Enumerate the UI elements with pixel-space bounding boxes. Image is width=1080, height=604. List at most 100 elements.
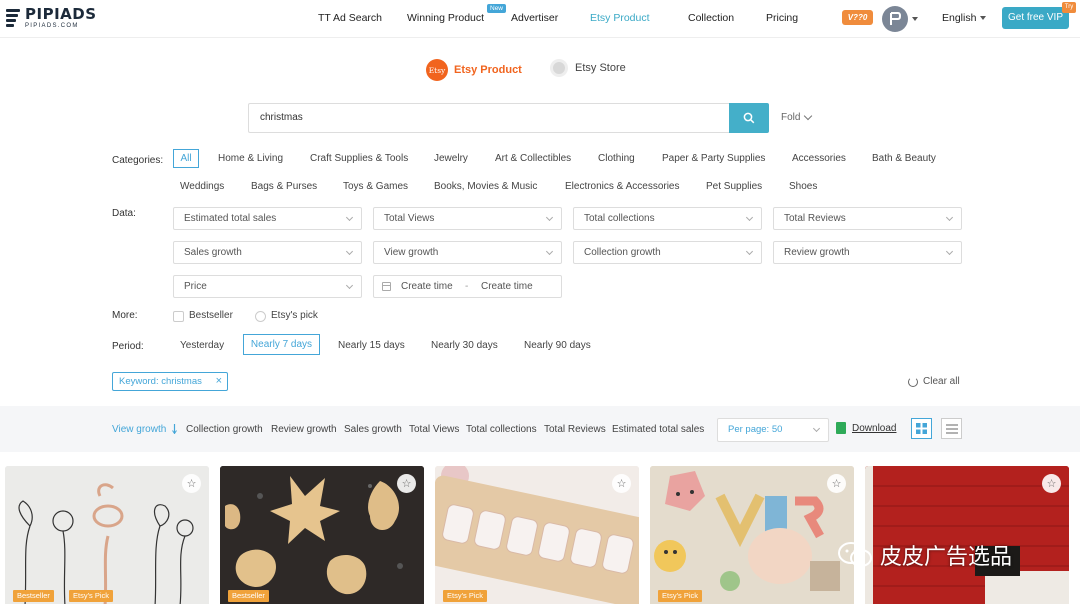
period-nearly-7-days[interactable]: Nearly 7 days	[243, 334, 320, 355]
pipiads-logo[interactable]: PIPIADS PIPIADS.COM	[6, 7, 97, 29]
product-image	[435, 466, 639, 604]
clear-all-label: Clear all	[923, 376, 960, 387]
category-books-movies-music[interactable]: Books, Movies & Music	[434, 181, 537, 192]
download-button[interactable]: Download	[836, 422, 896, 434]
category-bath-beauty[interactable]: Bath & Beauty	[872, 153, 936, 164]
sort-total-views[interactable]: Total Views	[409, 424, 459, 435]
product-card[interactable]: ☆ Etsy's Pick	[435, 466, 639, 604]
nav-tt-ad-search[interactable]: TT Ad Search	[318, 12, 382, 24]
product-card[interactable]: ☆ Bestseller Etsy's Pick	[5, 466, 209, 604]
product-card[interactable]: ☆ Etsy's Pick	[650, 466, 854, 604]
select-total-views[interactable]: Total Views	[373, 207, 562, 230]
product-image	[650, 466, 854, 604]
select-collection-growth[interactable]: Collection growth	[573, 241, 762, 264]
sort-collection-growth[interactable]: Collection growth	[186, 424, 263, 435]
category-electronics[interactable]: Electronics & Accessories	[565, 181, 680, 192]
select-sales-growth[interactable]: Sales growth	[173, 241, 362, 264]
list-view-button[interactable]	[941, 418, 962, 439]
select-total-reviews[interactable]: Total Reviews	[773, 207, 962, 230]
bestseller-checkbox[interactable]	[173, 311, 184, 322]
search-button[interactable]	[729, 103, 769, 133]
sort-total-collections[interactable]: Total collections	[466, 424, 537, 435]
calendar-icon	[382, 282, 391, 291]
grid-icon	[916, 423, 927, 434]
favorite-star-icon[interactable]: ☆	[397, 474, 416, 493]
etsys-pick-checkbox[interactable]	[255, 311, 266, 322]
create-time-end[interactable]: Create time	[481, 281, 533, 292]
nav-etsy-product[interactable]: Etsy Product	[590, 12, 650, 24]
category-bags-purses[interactable]: Bags & Purses	[251, 181, 317, 192]
nav-pricing[interactable]: Pricing	[766, 12, 798, 24]
clear-all-button[interactable]: Clear all	[908, 376, 960, 387]
category-pet-supplies[interactable]: Pet Supplies	[706, 181, 762, 192]
product-card[interactable]: ☆ Bestseller	[220, 466, 424, 604]
try-ribbon: Try	[1062, 2, 1076, 13]
grid-view-button[interactable]	[911, 418, 932, 439]
watermark-text: 皮皮广告选品	[880, 545, 1013, 570]
bestseller-tag: Bestseller	[228, 590, 269, 602]
category-home-living[interactable]: Home & Living	[218, 153, 283, 164]
select-total-collections[interactable]: Total collections	[573, 207, 762, 230]
chevron-down-icon	[804, 111, 813, 121]
logo-sub-text: PIPIADS.COM	[25, 23, 79, 29]
period-yesterday[interactable]: Yesterday	[180, 340, 224, 351]
get-free-vip-button[interactable]: Get free VIP	[1002, 7, 1069, 29]
bestseller-tag: Bestseller	[13, 590, 54, 602]
category-clothing[interactable]: Clothing	[598, 153, 635, 164]
excel-file-icon	[836, 422, 846, 434]
favorite-star-icon[interactable]: ☆	[827, 474, 846, 493]
favorite-star-icon[interactable]: ☆	[612, 474, 631, 493]
sort-total-reviews[interactable]: Total Reviews	[544, 424, 606, 435]
refresh-icon	[908, 376, 918, 387]
sort-review-growth[interactable]: Review growth	[271, 424, 337, 435]
product-card[interactable]: ☆	[865, 466, 1069, 604]
category-accessories[interactable]: Accessories	[792, 153, 846, 164]
chevron-down-icon	[945, 247, 954, 256]
bestseller-label[interactable]: Bestseller	[189, 310, 233, 321]
category-craft-supplies[interactable]: Craft Supplies & Tools	[310, 153, 408, 164]
select-view-growth[interactable]: View growth	[373, 241, 562, 264]
close-icon[interactable]: ×	[216, 373, 222, 390]
user-avatar[interactable]	[882, 6, 908, 32]
favorite-star-icon[interactable]: ☆	[1042, 474, 1061, 493]
per-page-select[interactable]: Per page: 50	[717, 418, 829, 442]
nav-collection[interactable]: Collection	[688, 12, 734, 24]
source-etsy-product[interactable]: Etsy Etsy Product	[426, 59, 522, 81]
category-weddings[interactable]: Weddings	[180, 181, 224, 192]
avatar-dropdown-icon[interactable]	[912, 17, 918, 21]
category-jewelry[interactable]: Jewelry	[434, 153, 468, 164]
fold-toggle[interactable]: Fold	[781, 111, 813, 123]
keyword-filter-tag: Keyword: christmas ×	[112, 372, 228, 391]
logo-mark-icon	[6, 9, 22, 27]
select-review-growth[interactable]: Review growth	[773, 241, 962, 264]
period-nearly-90-days[interactable]: Nearly 90 days	[524, 340, 591, 351]
create-time-start[interactable]: Create time	[401, 281, 453, 292]
select-price[interactable]: Price	[173, 275, 362, 298]
language-chevron-icon	[980, 16, 986, 20]
category-paper-party[interactable]: Paper & Party Supplies	[662, 153, 765, 164]
etsys-pick-label[interactable]: Etsy's pick	[271, 310, 318, 321]
select-estimated-total-sales[interactable]: Estimated total sales	[173, 207, 362, 230]
nav-advertiser[interactable]: Advertiser	[511, 12, 558, 24]
favorite-star-icon[interactable]: ☆	[182, 474, 201, 493]
language-selector[interactable]: English	[942, 12, 976, 24]
create-time-range[interactable]: Create time - Create time	[373, 275, 562, 298]
period-nearly-15-days[interactable]: Nearly 15 days	[338, 340, 405, 351]
chevron-down-icon	[812, 424, 821, 433]
sort-estimated-total-sales[interactable]: Estimated total sales	[612, 424, 704, 435]
category-all[interactable]: All	[173, 149, 199, 168]
categories-label: Categories:	[112, 155, 164, 166]
product-image	[220, 466, 424, 604]
category-shoes[interactable]: Shoes	[789, 181, 817, 192]
source-etsy-store[interactable]: Etsy Store	[550, 59, 626, 77]
sort-view-growth[interactable]: View growth	[112, 424, 166, 435]
select-label: Total Reviews	[784, 213, 846, 224]
period-nearly-30-days[interactable]: Nearly 30 days	[431, 340, 498, 351]
category-art-collectibles[interactable]: Art & Collectibles	[495, 153, 571, 164]
nav-winning-product[interactable]: Winning Product	[407, 12, 484, 24]
category-toys-games[interactable]: Toys & Games	[343, 181, 408, 192]
sort-sales-growth[interactable]: Sales growth	[344, 424, 402, 435]
search-input[interactable]: christmas	[248, 103, 730, 133]
chevron-down-icon	[545, 247, 554, 256]
select-label: Total Views	[384, 213, 435, 224]
